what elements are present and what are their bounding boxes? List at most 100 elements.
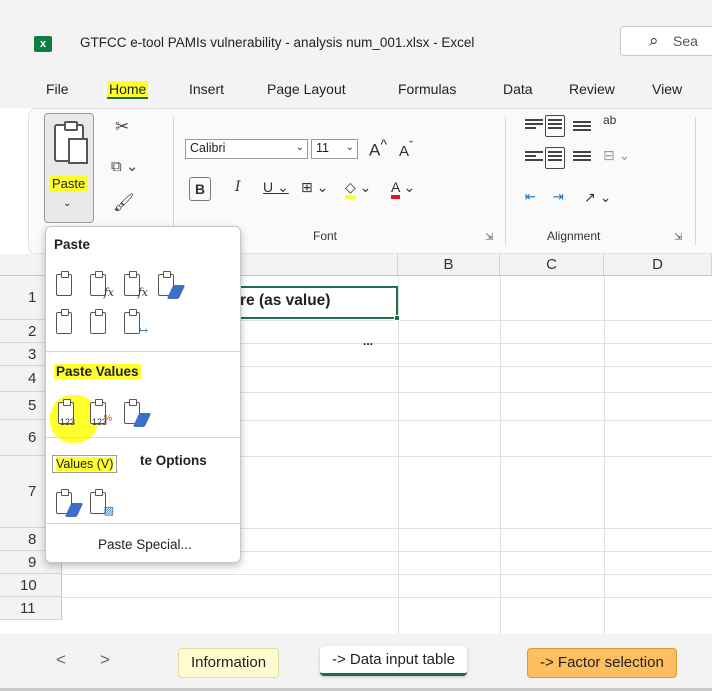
chevron-down-icon: ⌄	[63, 198, 72, 209]
value-icon-number: 123	[60, 417, 76, 427]
formula-mark: fx	[137, 286, 148, 299]
paste-values-number-format-icon[interactable]: % 123	[88, 399, 114, 427]
menu-divider	[46, 523, 240, 524]
align-bottom-icon[interactable]	[573, 119, 591, 135]
paste-label: Paste	[49, 176, 89, 191]
font-dialog-launcher-icon[interactable]: ⇲	[485, 232, 493, 243]
decrease-indent-icon[interactable]: ⇤	[525, 189, 536, 205]
font-size-select[interactable]: 11 ⌄	[311, 139, 358, 159]
orientation-icon[interactable]: ↗ ⌄	[584, 189, 611, 206]
tab-page-layout[interactable]: Page Layout	[267, 81, 346, 97]
chevron-right-icon[interactable]: >	[100, 650, 110, 670]
formula-mark: fx	[103, 286, 114, 299]
chevron-left-icon[interactable]: <	[56, 650, 66, 670]
paste-formulas-number-format-icon[interactable]: fx	[122, 271, 148, 299]
sheet-tab-bar: < > Information -> Data input table -> F…	[0, 634, 712, 691]
grid-line	[62, 574, 712, 575]
tab-data[interactable]: Data	[503, 81, 533, 97]
group-divider	[695, 117, 696, 245]
grow-font-label: A	[369, 140, 381, 160]
align-center-icon[interactable]	[545, 147, 565, 169]
shrink-font-label: A	[399, 143, 410, 160]
fill-color-button[interactable]: ◇ ⌄	[345, 179, 371, 199]
menu-divider	[46, 437, 240, 438]
window-title: GTFCC e-tool PAMIs vulnerability - analy…	[80, 35, 475, 50]
sheet-tab-data-input-table[interactable]: -> Data input table	[320, 646, 467, 676]
paste-icon[interactable]	[54, 271, 80, 299]
italic-button[interactable]: I	[235, 179, 241, 195]
underline-button[interactable]: U ⌄	[263, 179, 289, 196]
grow-font-button[interactable]: A^	[369, 137, 387, 161]
font-color-letter: A	[391, 179, 400, 199]
paste-special-menu-item[interactable]: Paste Special...	[98, 537, 192, 552]
underline-label: U	[263, 179, 274, 195]
paste-values-section-header: Paste Values	[54, 364, 141, 379]
shrink-font-button[interactable]: Aˇ	[399, 139, 413, 160]
cut-icon[interactable]: ✂	[115, 117, 129, 137]
sheet-tab-information[interactable]: Information	[178, 648, 280, 678]
paste-no-borders-icon[interactable]	[54, 309, 80, 337]
sheet-tab-factor-selection[interactable]: -> Factor selection	[527, 648, 677, 678]
menu-divider	[46, 351, 240, 352]
grid-line	[604, 276, 605, 634]
values-tooltip-text: Values (V)	[56, 457, 114, 471]
borders-button[interactable]: ⊞ ⌄	[301, 179, 328, 196]
paste-values-source-formatting-icon[interactable]	[122, 399, 152, 427]
align-right-icon[interactable]	[573, 149, 591, 165]
paste-keep-source-formatting-icon[interactable]	[156, 271, 186, 299]
chevron-down-icon: ⌄	[345, 142, 354, 153]
cell-overflow-indicator: ...	[363, 334, 374, 348]
row-header-11[interactable]: 11	[0, 597, 62, 620]
tab-view[interactable]: View	[652, 81, 682, 97]
copy-icon[interactable]: ⧉ ⌄	[111, 157, 138, 175]
font-name-select[interactable]: Calibri ⌄	[185, 139, 308, 159]
other-paste-options-header: te Options	[140, 453, 207, 468]
tab-home[interactable]: Home	[107, 81, 149, 99]
align-middle-icon[interactable]	[545, 115, 565, 137]
grid-line	[500, 276, 501, 634]
values-tooltip: Values (V)	[52, 455, 118, 473]
title-bar: x GTFCC e-tool PAMIs vulnerability - ana…	[0, 0, 712, 74]
grid-line	[398, 276, 399, 634]
row-header-10[interactable]: 10	[0, 574, 62, 597]
paste-transpose-icon[interactable]: ↪	[122, 309, 148, 337]
column-header-c[interactable]: C	[500, 254, 604, 276]
tab-insert[interactable]: Insert	[189, 81, 224, 97]
picture-icon: ▨	[103, 504, 114, 517]
merge-center-icon[interactable]: ⊟ ⌄	[603, 147, 630, 164]
column-header-b[interactable]: B	[398, 254, 500, 276]
tab-file[interactable]: File	[46, 81, 69, 97]
paste-button[interactable]: Paste ⌄	[44, 113, 94, 223]
paste-options-menu: Paste fx fx ↪ Paste Values 123 % 123 te O…	[45, 226, 241, 563]
tab-formulas[interactable]: Formulas	[398, 81, 456, 97]
increase-indent-icon[interactable]: ⇥	[553, 189, 564, 205]
alignment-group-label: Alignment	[547, 229, 601, 243]
fill-handle[interactable]	[394, 315, 400, 321]
value-icon-number: 123	[92, 417, 108, 427]
transpose-arrow-icon: ↪	[138, 324, 148, 337]
search-placeholder: Sea	[673, 33, 698, 49]
format-painter-icon[interactable]: 🖌	[113, 193, 135, 213]
alignment-dialog-launcher-icon[interactable]: ⇲	[674, 232, 682, 243]
paste-keep-column-widths-icon[interactable]	[88, 309, 114, 337]
fill-bucket-icon: ◇	[345, 179, 356, 199]
align-top-icon[interactable]	[525, 117, 543, 133]
paste-formulas-icon[interactable]: fx	[88, 271, 114, 299]
cell-a1-text: re (as value)	[240, 292, 331, 309]
wrap-text-icon[interactable]: ab	[603, 114, 616, 126]
font-size-value: 11	[316, 141, 329, 155]
excel-icon: x	[34, 36, 52, 52]
column-header-d[interactable]: D	[604, 254, 712, 276]
font-group-label: Font	[313, 229, 338, 243]
grid-line	[62, 597, 712, 598]
search-box[interactable]: ⌕ Sea	[620, 26, 712, 56]
tab-review[interactable]: Review	[569, 81, 615, 97]
bold-button[interactable]: B	[189, 177, 211, 201]
paste-formatting-icon[interactable]	[54, 489, 84, 517]
paste-picture-icon[interactable]: ▨	[88, 489, 114, 517]
align-left-icon[interactable]	[525, 149, 543, 165]
search-icon: ⌕	[649, 31, 659, 50]
font-name-value: Calibri	[190, 141, 226, 155]
font-color-button[interactable]: A ⌄	[391, 179, 415, 199]
paste-values-icon[interactable]: 123	[56, 399, 82, 427]
